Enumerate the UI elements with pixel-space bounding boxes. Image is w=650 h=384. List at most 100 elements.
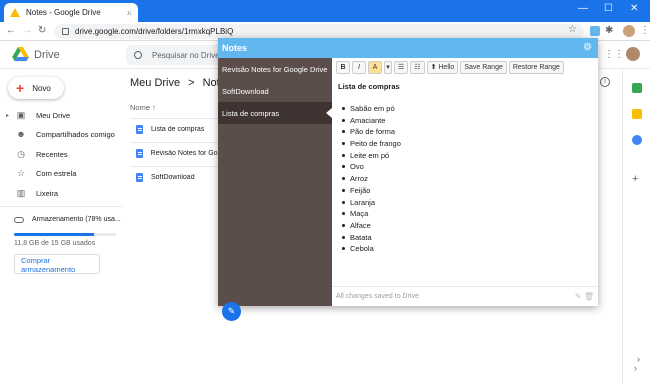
list-item: Batata <box>338 233 401 245</box>
sidebar-item-meu-drive[interactable]: ▸ ▣ Meu Drive <box>0 106 120 124</box>
file-row[interactable]: SoftDownload <box>130 166 218 188</box>
extensions-icon[interactable]: ✱ <box>605 25 613 36</box>
people-icon: ☻ <box>16 129 26 139</box>
tab-title: Notes - Google Drive <box>26 8 101 17</box>
back-icon[interactable]: ← <box>6 25 16 36</box>
list-item: Laranja <box>338 198 401 210</box>
note-list-item[interactable]: Revisão Notes for Google Drive <box>218 58 332 80</box>
sidebar-item-label: Com estrela <box>36 168 77 178</box>
user-avatar[interactable] <box>626 47 640 61</box>
profile-avatar[interactable] <box>623 25 635 37</box>
notes-list: Revisão Notes for Google Drive SoftDownl… <box>218 58 332 321</box>
maximize-icon[interactable]: ☐ <box>604 3 613 14</box>
edit-delete-icons[interactable]: ✎ 🗑 <box>575 292 594 301</box>
breadcrumb-meu-drive[interactable]: Meu Drive <box>130 77 180 89</box>
restore-range-button[interactable]: Restore Range <box>508 60 564 74</box>
editor-footer: All changes saved to Drive ✎ 🗑 <box>332 286 598 306</box>
list-item: Cebola <box>338 244 401 256</box>
plus-icon: + <box>16 80 25 96</box>
storage-used-text: 11,8 GB de 15 GB usados <box>14 240 96 247</box>
name-column-header[interactable]: Nome ↑ <box>130 103 156 112</box>
browser-tab[interactable]: Notes - Google Drive × <box>4 3 138 22</box>
file-row[interactable]: Lista de compras <box>130 118 218 140</box>
bold-button[interactable]: B <box>336 60 350 74</box>
sidebar-item-label: Compartilhados comigo <box>36 129 115 139</box>
clock-icon: ◷ <box>17 149 25 159</box>
cloud-icon <box>14 216 24 223</box>
reload-icon[interactable]: ↻ <box>38 25 46 36</box>
close-window-icon[interactable]: ✕ <box>630 3 638 14</box>
save-range-button[interactable]: Save Range <box>460 60 507 74</box>
storage-label: Armazenamento (78% usa... <box>32 216 121 223</box>
settings-gear-icon[interactable]: ⚙ <box>583 42 592 53</box>
bookmark-star-icon[interactable]: ☆ <box>568 24 577 35</box>
shopping-list: Sabão em pó Amaciante Pão de forma Peito… <box>338 104 401 256</box>
sidebar-item-label: Meu Drive <box>36 110 71 120</box>
highlight-button[interactable]: A <box>368 60 382 74</box>
file-name: Revisão Notes for Goo <box>150 150 218 157</box>
side-panel: + › <box>622 69 650 384</box>
sidebar-item-label: Recentes <box>36 149 68 159</box>
sidebar-item-lixeira[interactable]: ▥ Lixeira <box>0 184 120 202</box>
sidebar-item-com-estrela[interactable]: ☆ Com estrela <box>0 164 120 182</box>
note-list-label: Lista de compras <box>222 108 280 118</box>
list-item: Amaciante <box>338 116 401 128</box>
star-icon: ☆ <box>16 168 26 178</box>
url-bar[interactable]: drive.google.com/drive/folders/1rmxkqPLB… <box>54 24 584 39</box>
google-drive-logo-icon[interactable] <box>12 47 29 62</box>
bulleted-list-button[interactable]: ☰ <box>394 60 409 74</box>
add-addon-icon[interactable]: + <box>632 173 638 185</box>
note-list-item-active[interactable]: Lista de compras <box>218 102 332 124</box>
notes-title: Notes <box>222 43 248 53</box>
browser-tab-bar: Notes - Google Drive × + — ☐ ✕ <box>0 0 650 22</box>
minimize-icon[interactable]: — <box>578 3 588 14</box>
notes-popup: Notes ⚙ Revisão Notes for Google Drive S… <box>218 38 598 321</box>
list-item: Sabão em pó <box>338 104 401 116</box>
browser-menu-icon[interactable]: ⋮ <box>640 25 650 36</box>
sidebar-divider <box>0 206 122 207</box>
save-status: All changes saved to Drive <box>336 293 419 300</box>
trash-icon: ▥ <box>16 188 26 198</box>
breadcrumb: Meu Drive > Notes <box>130 77 231 89</box>
apps-grid-icon[interactable]: ⋮⋮ <box>604 49 624 60</box>
note-editor[interactable]: B I A ▾ ☰ ☷ ⬆ Hello Save Range Restore R… <box>332 58 598 306</box>
highlight-dropdown-icon[interactable]: ▾ <box>384 60 392 74</box>
storage-link[interactable]: Armazenamento (78% usa... <box>14 216 121 223</box>
notes-extension-icon[interactable] <box>590 26 600 36</box>
numbered-list-button[interactable]: ☷ <box>410 60 425 74</box>
buy-storage-button[interactable]: Comprar armazenamento <box>14 254 100 274</box>
expand-caret-icon[interactable]: ▸ <box>6 112 9 119</box>
tasks-icon[interactable] <box>632 135 642 145</box>
google-docs-icon <box>136 173 143 182</box>
search-placeholder: Pesquisar no Drive <box>152 50 220 60</box>
italic-button[interactable]: I <box>352 60 366 74</box>
file-row[interactable]: Revisão Notes for Goo <box>130 142 218 164</box>
scroll-chevron-icon[interactable]: › <box>637 354 640 364</box>
new-tab-button[interactable]: + <box>126 4 134 18</box>
list-item: Pão de forma <box>338 127 401 139</box>
sidebar-item-recentes[interactable]: ◷ Recentes <box>0 145 120 163</box>
list-item: Peito de frango <box>338 139 401 151</box>
info-icon[interactable]: i <box>600 77 610 87</box>
chevron-right-icon: > <box>188 77 195 89</box>
file-name: Lista de compras <box>151 126 205 133</box>
calendar-icon[interactable] <box>632 83 642 93</box>
storage-progress-bar <box>14 233 116 236</box>
note-list-label: Revisão Notes for Google Drive <box>222 64 328 74</box>
drive-icon: ▣ <box>16 110 26 120</box>
new-note-pencil-icon[interactable]: ✎ <box>222 302 241 321</box>
drive-title: Drive <box>34 49 60 61</box>
sidebar-item-label: Lixeira <box>36 188 59 198</box>
new-button[interactable]: + Novo <box>8 77 64 99</box>
keep-icon[interactable] <box>632 109 642 119</box>
drive-search-input[interactable]: Pesquisar no Drive <box>126 45 226 65</box>
note-list-item[interactable]: SoftDownload <box>218 80 332 102</box>
notes-header: Notes ⚙ <box>218 38 598 58</box>
expand-panel-icon[interactable]: › <box>634 363 637 373</box>
forward-icon[interactable]: → <box>22 25 32 36</box>
list-item: Leite em pó <box>338 151 401 163</box>
google-docs-icon <box>136 125 143 134</box>
list-item: Alface <box>338 221 401 233</box>
hello-button[interactable]: ⬆ Hello <box>426 60 459 74</box>
sidebar-item-compartilhados[interactable]: ☻ Compartilhados comigo <box>0 125 120 143</box>
